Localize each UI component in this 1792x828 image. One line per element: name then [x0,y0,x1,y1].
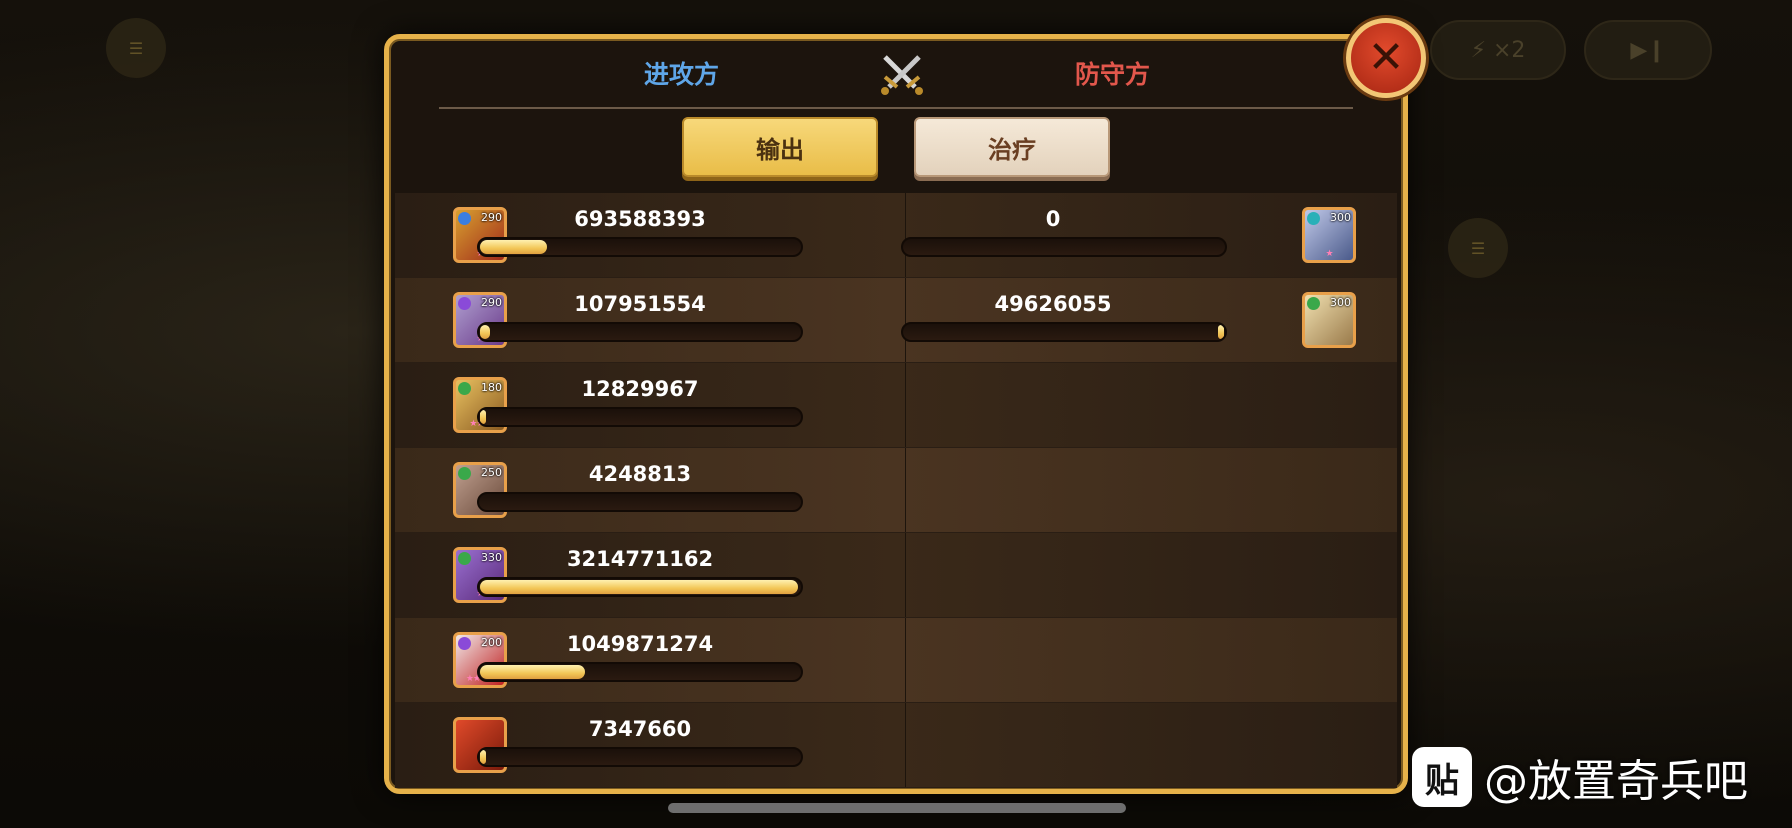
attacker-damage-value: 4248813 [588,462,692,486]
damage-bar-fill [480,665,585,679]
stat-row: 330★3214771162 [395,533,1397,618]
element-icon [1307,212,1320,225]
column-divider [905,193,906,277]
damage-bar [477,662,803,682]
attacker-damage-value: 107951554 [574,292,706,316]
stat-row: 290★6935883930300★ [395,193,1397,278]
stat-row: 180★★★12829967 [395,363,1397,448]
defender-damage-value: 0 [1045,207,1061,231]
attacker-title: 进攻方 [644,60,720,89]
damage-bar-fill [480,240,547,254]
battle-stats-panel: 进攻方 防守方 输出 治疗 290★6935883930300★290★1079… [384,34,1408,794]
column-divider [905,363,906,447]
damage-bar-fill [480,580,798,594]
menu-icon: ☰ [106,18,166,78]
defender-title: 防守方 [1075,60,1151,89]
stat-row: 200★★★★1049871274 [395,618,1397,703]
stat-row: 250 4248813 [395,448,1397,533]
close-icon: ✕ [1367,32,1405,83]
tab-heal[interactable]: 治疗 [914,117,1110,177]
attacker-damage-value: 12829967 [581,377,699,401]
element-icon [458,212,471,225]
damage-bar-fill [480,410,486,424]
damage-bar [477,237,803,257]
column-divider [905,703,906,787]
element-icon [458,637,471,650]
attacker-damage-value: 1049871274 [566,632,714,656]
stat-row: 7347660 [395,703,1397,788]
damage-bar [901,237,1227,257]
element-icon [458,382,471,395]
element-icon [458,552,471,565]
defender-damage-value: 49626055 [994,292,1112,316]
defender-hero-portrait: 300 [1302,292,1356,348]
element-icon [458,297,471,310]
skip-icon: ▶❙ [1584,20,1712,80]
tab-output[interactable]: 输出 [682,117,878,177]
element-icon [458,467,471,480]
damage-bar [477,407,803,427]
tieba-logo: 贴 [1412,747,1472,807]
damage-bar-fill [1217,325,1224,339]
watermark: 贴 @放置奇兵吧 [1412,745,1748,809]
damage-bar [477,322,803,342]
list-icon: ☰ [1448,218,1508,278]
stat-row: 290★10795155449626055300 [395,278,1397,363]
column-divider [905,618,906,702]
damage-bar [477,747,803,767]
attacker-damage-value: 7347660 [588,717,692,741]
column-divider [905,278,906,362]
attacker-damage-value: 693588393 [574,207,706,231]
column-divider [905,533,906,617]
damage-bar [477,577,803,597]
attacker-damage-value: 3214771162 [566,547,714,571]
star-rating: ★ [1325,249,1333,259]
defender-hero-portrait: 300 ★ [1302,207,1356,263]
panel-header: 进攻方 防守方 [439,39,1353,109]
hero-level: 300 [1330,211,1351,224]
damage-bar [477,492,803,512]
stat-tabs: 输出 治疗 [389,117,1403,183]
watermark-text: @放置奇兵吧 [1484,756,1748,807]
damage-bar-fill [480,750,486,764]
damage-bar-fill [480,325,490,339]
hero-level: 300 [1330,296,1351,309]
damage-bar [901,322,1227,342]
home-indicator[interactable] [668,803,1126,813]
stat-rows: 290★6935883930300★290★107951554496260553… [389,193,1403,788]
column-divider [905,448,906,532]
element-icon [1307,297,1320,310]
close-button[interactable]: ✕ [1346,18,1426,98]
crossed-swords-icon [881,55,923,95]
speed-toggle: ⚡ ×2 [1430,20,1566,80]
